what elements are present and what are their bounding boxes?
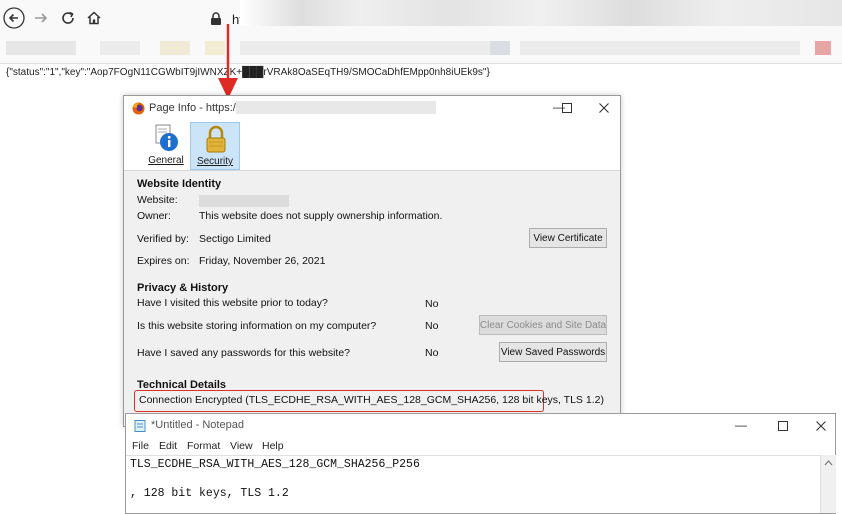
tab-security[interactable]: Security — [190, 122, 240, 170]
notepad-line: TLS_ECDHE_RSA_WITH_AES_128_GCM_SHA256_P2… — [130, 458, 420, 471]
scroll-up-icon — [824, 460, 833, 466]
notepad-line: , 128 bit keys, TLS 1.2 — [130, 487, 289, 500]
reload-button[interactable] — [56, 6, 80, 30]
redacted-bookmark — [6, 41, 76, 55]
home-button[interactable] — [82, 6, 106, 30]
verified-by-value: Sectigo Limited — [199, 233, 271, 245]
home-icon — [87, 11, 101, 25]
view-saved-passwords-button[interactable]: View Saved Passwords — [499, 342, 607, 362]
notepad-titlebar: *Untitled - Notepad — — [126, 414, 835, 436]
back-arrow-icon — [3, 7, 25, 29]
menu-edit[interactable]: Edit — [159, 440, 177, 452]
info-icon — [155, 124, 178, 151]
tab-general[interactable]: General — [142, 122, 190, 168]
forward-button[interactable] — [29, 6, 53, 30]
notepad-window: *Untitled - Notepad — File Edit Format V… — [125, 413, 836, 514]
expires-on-label: Expires on: — [137, 255, 190, 267]
reload-icon — [62, 11, 74, 24]
notepad-scrollbar[interactable] — [820, 455, 836, 513]
redacted-title — [236, 101, 436, 114]
menu-help[interactable]: Help — [262, 440, 284, 452]
page-info-dialog: Page Info - https:// — General Security … — [123, 95, 621, 427]
notepad-close-button[interactable] — [811, 421, 831, 431]
page-info-title: Page Info - https:// — [149, 102, 239, 114]
visited-question: Have I visited this website prior to tod… — [137, 297, 328, 309]
redacted-bookmark — [240, 41, 490, 55]
menu-format[interactable]: Format — [187, 440, 220, 452]
redacted-url-area — [240, 0, 842, 26]
redacted-bookmark — [160, 41, 190, 55]
website-identity-heading: Website Identity — [137, 178, 222, 190]
storing-question: Is this website storing information on m… — [137, 320, 377, 332]
connection-highlight-box: Connection Encrypted (TLS_ECDHE_RSA_WITH… — [134, 390, 604, 412]
notepad-title: *Untitled - Notepad — [151, 419, 244, 431]
maximize-button[interactable] — [557, 103, 577, 113]
notepad-text-area[interactable]: TLS_ECDHE_RSA_WITH_AES_128_GCM_SHA256_P2… — [126, 455, 820, 514]
bookmarks-bar — [0, 37, 842, 64]
menu-file[interactable]: File — [132, 440, 149, 452]
page-info-tabs: General Security — [124, 122, 620, 171]
owner-label: Owner: — [137, 210, 171, 222]
view-certificate-button[interactable]: View Certificate — [529, 228, 607, 248]
back-button[interactable] — [2, 6, 26, 30]
annotation-arrow-icon — [218, 24, 238, 99]
page-info-titlebar: Page Info - https:// — — [124, 96, 620, 122]
tab-security-label: Security — [196, 156, 234, 167]
redacted-bookmark — [815, 41, 831, 55]
notepad-menubar: File Edit Format View Help — [126, 437, 835, 455]
browser-toolbar: htt — [0, 0, 842, 37]
verified-by-label: Verified by: — [137, 233, 189, 245]
redacted-website — [199, 195, 289, 207]
forward-arrow-icon — [35, 13, 48, 23]
redacted-bookmark — [490, 41, 510, 55]
notepad-icon — [134, 420, 146, 432]
passwords-answer: No — [425, 347, 439, 359]
passwords-question: Have I saved any passwords for this webs… — [137, 347, 351, 359]
privacy-history-heading: Privacy & History — [137, 282, 229, 294]
expires-on-value: Friday, November 26, 2021 — [199, 255, 326, 267]
firefox-icon — [132, 102, 145, 115]
storing-answer: No — [425, 320, 439, 332]
redacted-bookmark — [520, 41, 800, 55]
close-button[interactable] — [594, 103, 614, 113]
clear-cookies-button[interactable]: Clear Cookies and Site Data — [479, 315, 607, 335]
notepad-maximize-button[interactable] — [773, 421, 793, 431]
notepad-minimize-button[interactable]: — — [731, 418, 751, 432]
owner-value: This website does not supply ownership i… — [199, 210, 443, 222]
website-label: Website: — [137, 194, 178, 206]
visited-answer: No — [425, 298, 439, 310]
json-response-text: {"status":"1","key":"Aop7FOgN11CGWbIT9jI… — [6, 67, 490, 78]
padlock-icon — [206, 125, 226, 153]
redacted-bookmark — [100, 41, 140, 55]
menu-view[interactable]: View — [230, 440, 253, 452]
tab-general-label: General — [148, 155, 184, 166]
connection-encrypted-text: Connection Encrypted (TLS_ECDHE_RSA_WITH… — [139, 394, 604, 406]
